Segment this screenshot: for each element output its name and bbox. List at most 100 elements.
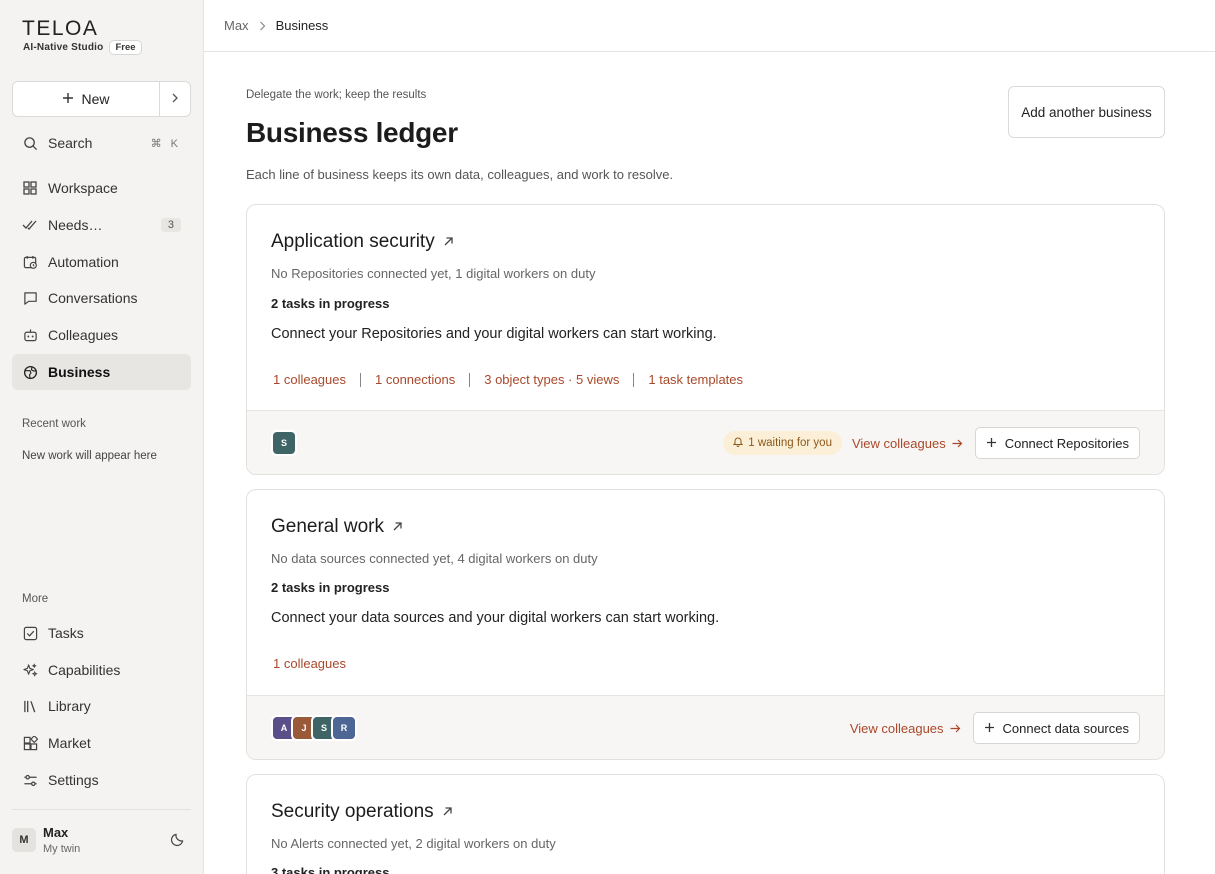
- page-eyebrow: Delegate the work; keep the results: [246, 89, 427, 101]
- business-card-tasks: 2 tasks in progress: [271, 580, 390, 595]
- user-subtitle: My twin: [43, 842, 81, 855]
- library-icon: [22, 698, 38, 714]
- business-card-tasks: 2 tasks in progress: [271, 296, 390, 311]
- object-types-link[interactable]: 3 object types · 5 views: [484, 372, 619, 387]
- user-name: Max: [43, 824, 69, 840]
- plus-icon: [984, 721, 995, 736]
- business-card-footer: S 1 waiting for you View colleagues Conn…: [247, 410, 1164, 474]
- attention-count-badge: 3: [160, 218, 181, 232]
- colleagues-link[interactable]: 1 colleagues: [273, 372, 346, 387]
- sidebar-item-label: Settings: [48, 772, 99, 788]
- moon-icon[interactable]: [170, 832, 185, 852]
- business-card-meta: No Alerts connected yet, 2 digital worke…: [271, 836, 556, 851]
- colleague-avatars: A J S R: [271, 715, 357, 741]
- avatar: M: [12, 827, 36, 852]
- page-title: Business ledger: [246, 117, 458, 148]
- business-card-cta: Connect your data sources and your digit…: [271, 610, 720, 626]
- sidebar-item-label: Tasks: [48, 625, 84, 641]
- sidebar-item-label: Business: [48, 364, 111, 380]
- new-split-button: New: [12, 81, 191, 117]
- add-business-button[interactable]: Add another business: [1008, 86, 1165, 138]
- arrow-up-right-icon: [392, 516, 403, 538]
- checkbox-icon: [22, 625, 38, 641]
- breadcrumb: Max Business: [204, 0, 1215, 52]
- search-icon: [22, 135, 38, 151]
- page-description: Each line of business keeps its own data…: [246, 167, 674, 182]
- sidebar-item-label: Capabilities: [48, 662, 121, 678]
- sidebar-item-needs-attention[interactable]: Needs your attention 3: [12, 207, 191, 243]
- sidebar-item-conversations[interactable]: Conversations: [12, 280, 191, 316]
- brand-logo[interactable]: TELOA: [22, 17, 98, 41]
- arrow-right-icon: [952, 436, 963, 451]
- colleagues-link[interactable]: 1 colleagues: [273, 656, 346, 671]
- colleague-avatars: S: [271, 430, 297, 456]
- business-card: Application security No Repositories con…: [246, 204, 1165, 475]
- business-card: General work No data sources connected y…: [246, 489, 1165, 760]
- view-colleagues-label: View colleagues: [851, 435, 946, 451]
- avatar[interactable]: R: [331, 715, 357, 741]
- sidebar-item-tasks[interactable]: Tasks: [12, 615, 191, 651]
- connect-button[interactable]: Connect data sources: [972, 712, 1140, 744]
- business-card-links: 1 colleagues: [273, 656, 346, 671]
- plus-icon: [62, 91, 74, 107]
- business-card-actions: 1 waiting for you View colleagues Connec…: [723, 427, 1140, 459]
- sidebar-item-search[interactable]: Search ⌘ K: [12, 125, 191, 161]
- avatar[interactable]: S: [271, 430, 297, 456]
- business-card-links: 1 colleagues 1 connections 3 object type…: [273, 372, 743, 387]
- business-card-footer: A J S R View colleagues Connect data sou…: [247, 695, 1164, 759]
- business-card-title-link[interactable]: General work: [271, 516, 403, 538]
- sparkle-icon: [22, 662, 38, 678]
- sidebar-item-label: Needs your attention: [48, 217, 104, 233]
- chevron-right-icon: [259, 21, 266, 31]
- sidebar-item-label: Automation: [48, 254, 119, 270]
- view-colleagues-link[interactable]: View colleagues: [850, 721, 961, 736]
- business-card-cta: Connect your Repositories and your digit…: [271, 326, 717, 342]
- sidebar-item-workspace[interactable]: Workspace: [12, 170, 191, 206]
- globe-icon: [22, 364, 38, 380]
- waiting-label: 1 waiting for you: [748, 437, 832, 449]
- sidebar-item-label: Colleagues: [48, 327, 119, 343]
- business-card-title-link[interactable]: Security operations: [271, 801, 453, 823]
- recent-work-heading: Recent work: [22, 418, 86, 430]
- sidebar-item-business[interactable]: Business: [12, 354, 191, 390]
- robot-icon: [22, 327, 38, 343]
- user-text: Max My twin: [43, 825, 80, 855]
- plan-badge: Free: [109, 40, 142, 55]
- view-colleagues-label: View colleagues: [849, 720, 944, 736]
- arrow-right-icon: [950, 721, 961, 736]
- business-card-title: Application security: [271, 231, 435, 252]
- sidebar-item-label: Conversations: [48, 290, 138, 306]
- sidebar-item-settings[interactable]: Settings: [12, 762, 191, 798]
- waiting-badge[interactable]: 1 waiting for you: [723, 431, 842, 455]
- sidebar: TELOA AI-Native Studio Free New Search ⌘…: [0, 0, 204, 874]
- breadcrumb-root[interactable]: Max: [224, 18, 249, 33]
- grid-icon: [22, 180, 38, 196]
- business-card-meta: No Repositories connected yet, 1 digital…: [271, 266, 596, 281]
- chevron-right-icon: [171, 90, 179, 108]
- search-shortcut: ⌘ K: [150, 137, 181, 150]
- chat-icon: [22, 290, 38, 306]
- arrow-up-right-icon: [442, 801, 453, 823]
- task-templates-link[interactable]: 1 task templates: [648, 372, 743, 387]
- sidebar-item-capabilities[interactable]: Capabilities: [12, 652, 191, 688]
- sidebar-item-automation[interactable]: Automation: [12, 244, 191, 280]
- business-card: Security operations No Alerts connected …: [246, 774, 1165, 874]
- connect-button[interactable]: Connect Repositories: [974, 427, 1140, 459]
- link-divider: [469, 372, 471, 387]
- bell-icon: [733, 436, 744, 450]
- connections-link[interactable]: 1 connections: [375, 372, 455, 387]
- link-divider: [633, 372, 635, 387]
- blocks-icon: [22, 735, 38, 751]
- view-colleagues-link[interactable]: View colleagues: [852, 436, 963, 451]
- clock-calendar-icon: [22, 254, 38, 270]
- new-button[interactable]: New: [13, 82, 160, 116]
- breadcrumb-current: Business: [275, 18, 329, 33]
- sidebar-item-library[interactable]: Library: [12, 688, 191, 724]
- new-expand-button[interactable]: [160, 82, 190, 116]
- double-check-icon: [22, 217, 38, 233]
- more-heading: More: [22, 593, 49, 605]
- business-card-title-link[interactable]: Application security: [271, 231, 454, 253]
- sidebar-item-market[interactable]: Market: [12, 725, 191, 761]
- user-profile[interactable]: M Max My twin: [12, 809, 191, 869]
- sidebar-item-colleagues[interactable]: Colleagues: [12, 317, 191, 353]
